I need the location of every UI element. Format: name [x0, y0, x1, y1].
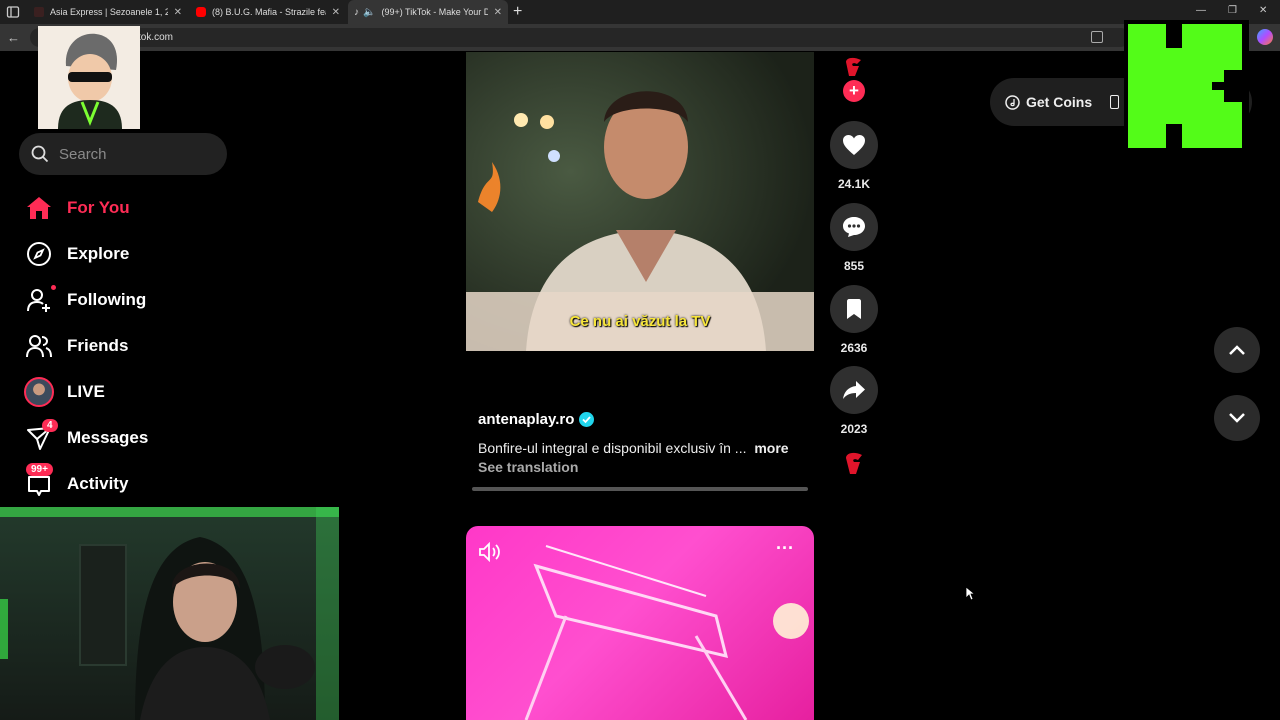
see-translation-link[interactable]: See translation — [478, 459, 578, 475]
sidebar-item-label: Explore — [67, 244, 130, 263]
browser-tab-2[interactable]: (8) B.U.G. Mafia - Strazile feat. Ma ✕ — [190, 0, 346, 24]
compass-icon — [24, 239, 54, 269]
mute-icon[interactable] — [478, 541, 502, 567]
sidebar-item-label: Messages — [67, 428, 149, 447]
bookmark-icon — [847, 299, 861, 319]
tab-favicon — [34, 7, 44, 17]
music-disc-icon[interactable] — [840, 448, 868, 484]
tab-list-icon[interactable] — [6, 5, 20, 19]
youtube-icon — [196, 7, 206, 17]
tab-title: Asia Express | Sezoanele 1, 2, 3, 4 — [50, 7, 168, 17]
follow-plus-button[interactable]: + — [843, 80, 865, 102]
activity-badge: 99+ — [26, 463, 53, 476]
video-subtitle-bar: Ce nu ai văzut la TV — [466, 292, 814, 351]
messages-icon: 4 — [24, 419, 58, 453]
tab-title: (8) B.U.G. Mafia - Strazile feat. Ma — [212, 7, 326, 17]
search-icon — [31, 145, 49, 163]
save-button[interactable] — [830, 285, 878, 333]
share-icon — [843, 381, 865, 399]
sidebar-item-label: Activity — [67, 474, 129, 493]
close-window-icon[interactable]: ✕ — [1259, 5, 1267, 16]
friends-icon — [24, 331, 54, 361]
chevron-up-icon — [1229, 345, 1245, 355]
like-count: 24.1K — [837, 177, 871, 191]
search-input[interactable]: Search — [19, 133, 227, 175]
kick-logo-icon — [1124, 20, 1249, 152]
sidebar-item-explore[interactable]: Explore — [24, 237, 244, 271]
device-icon[interactable] — [1110, 95, 1120, 109]
comment-icon — [843, 217, 865, 237]
share-count: 2023 — [840, 422, 868, 436]
sidebar-item-label: LIVE — [67, 382, 105, 401]
author-avatar[interactable] — [838, 52, 870, 82]
next-video-button[interactable] — [1214, 395, 1260, 441]
window-controls: — ❐ ✕ — [1196, 5, 1267, 16]
sidebar-item-for-you[interactable]: For You — [24, 191, 244, 225]
description-text: Bonfire-ul integral e disponibil exclusi… — [478, 440, 747, 456]
restore-icon[interactable]: ❐ — [1228, 5, 1237, 16]
previous-video-button[interactable] — [1214, 327, 1260, 373]
video-player[interactable]: Ce nu ai văzut la TV — [466, 52, 814, 351]
sidebar-item-messages[interactable]: 4 Messages — [24, 419, 244, 455]
streamer-webcam — [0, 507, 339, 720]
search-placeholder: Search — [59, 145, 107, 163]
comment-count: 855 — [843, 259, 865, 273]
sidebar-item-following[interactable]: Following — [24, 283, 244, 317]
video-subtitle: Ce nu ai văzut la TV — [569, 313, 711, 330]
next-video-player[interactable]: ··· — [466, 526, 814, 720]
sidebar-item-friends[interactable]: Friends — [24, 329, 244, 363]
close-tab-icon[interactable]: ✕ — [168, 7, 182, 18]
sidebar-item-label: Friends — [67, 336, 129, 355]
video-progress-bar[interactable] — [472, 487, 808, 491]
messages-badge: 4 — [42, 419, 58, 432]
video-description: Bonfire-ul integral e disponibil exclusi… — [478, 440, 789, 456]
heart-icon — [843, 135, 865, 155]
mouse-cursor-icon — [965, 586, 976, 606]
activity-icon: 99+ — [24, 463, 54, 499]
close-tab-icon[interactable]: ✕ — [326, 7, 340, 18]
save-count: 2636 — [840, 341, 868, 355]
sidebar-item-label: For You — [67, 198, 130, 217]
tab-title: (99+) TikTok - Make Your Day — [381, 7, 488, 17]
copilot-icon[interactable] — [1257, 29, 1273, 45]
back-icon[interactable]: ← — [7, 30, 20, 45]
url-text: tok.com — [138, 32, 174, 43]
sidebar-item-activity[interactable]: 99+ Activity — [24, 463, 244, 501]
following-icon — [24, 285, 56, 315]
home-icon — [24, 193, 54, 223]
video-author[interactable]: antenaplay.ro — [478, 411, 595, 428]
minimize-icon[interactable]: — — [1196, 5, 1206, 16]
browser-tab-3[interactable]: ♪ 🔈 (99+) TikTok - Make Your Day ✕ — [348, 0, 508, 24]
speaker-icon[interactable]: 🔈 — [363, 7, 375, 18]
more-link[interactable]: more — [754, 440, 788, 456]
coin-icon — [1005, 94, 1020, 110]
chevron-down-icon — [1229, 413, 1245, 423]
streamer-avatar-overlay — [38, 26, 140, 129]
live-avatar-icon — [24, 377, 54, 407]
share-button[interactable] — [830, 366, 878, 414]
more-options-icon[interactable]: ··· — [776, 538, 794, 559]
author-name: antenaplay.ro — [478, 411, 575, 428]
following-dot — [51, 285, 56, 290]
get-coins-label: Get Coins — [1026, 94, 1093, 110]
browser-tab-1[interactable]: Asia Express | Sezoanele 1, 2, 3, 4 ✕ — [28, 0, 188, 24]
url-field[interactable]: tok.com — [30, 28, 1130, 47]
sidebar-item-label: Following — [67, 290, 147, 309]
sidebar-item-live[interactable]: LIVE — [24, 375, 244, 409]
new-tab-button[interactable]: + — [513, 3, 522, 21]
verified-icon — [579, 412, 595, 427]
like-button[interactable] — [830, 121, 878, 169]
tiktok-favicon-icon: ♪ — [354, 6, 359, 18]
extension-icon[interactable] — [1091, 31, 1103, 43]
comment-button[interactable] — [830, 203, 878, 251]
close-tab-icon[interactable]: ✕ — [488, 7, 502, 18]
